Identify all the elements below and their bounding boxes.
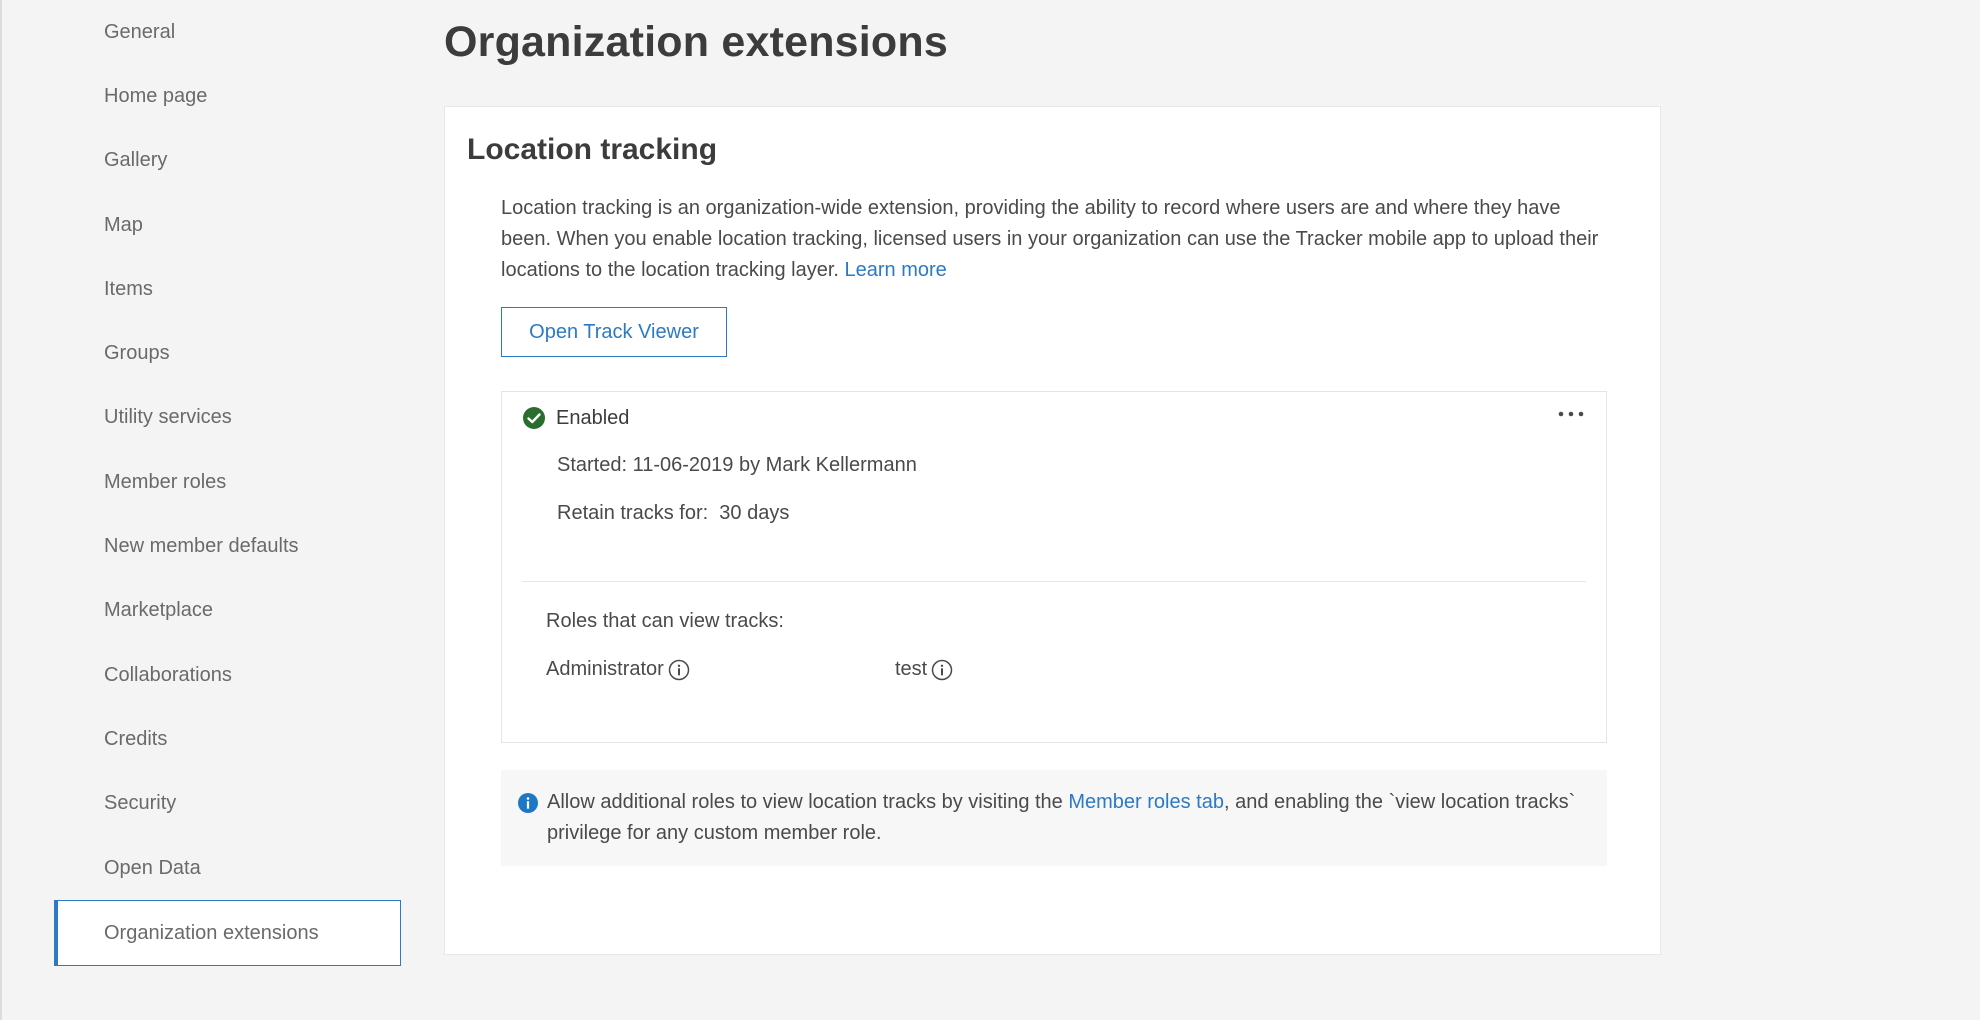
status-row: Enabled (522, 406, 629, 430)
check-circle-icon (523, 407, 545, 429)
info-filled-icon (518, 793, 538, 813)
open-track-viewer-button[interactable]: Open Track Viewer (501, 307, 727, 357)
sidebar-item-organization-extensions[interactable]: Organization extensions (54, 900, 401, 967)
status-label: Enabled (556, 406, 630, 429)
started-info: Started: 11-06-2019 by Mark Kellermann (557, 454, 917, 476)
retain-info: Retain tracks for: 30 days (557, 502, 790, 524)
sidebar-item-general[interactable]: General (54, 0, 401, 64)
sidebar-item-groups[interactable]: Groups (54, 321, 401, 385)
learn-more-link[interactable]: Learn more (845, 259, 947, 281)
sidebar-item-marketplace[interactable]: Marketplace (54, 579, 401, 643)
settings-sidebar: General Home page Gallery Map Items Grou… (54, 0, 401, 967)
app-page: General Home page Gallery Map Items Grou… (0, 0, 1980, 1020)
member-roles-tab-link[interactable]: Member roles tab (1068, 791, 1224, 813)
notice-text-before: Allow additional roles to view location … (547, 791, 1069, 813)
roles-label: Roles that can view tracks: (546, 610, 784, 632)
description-text: Location tracking is an organization-wid… (501, 197, 1599, 281)
sidebar-item-collaborations[interactable]: Collaborations (54, 643, 401, 707)
sidebar-item-security[interactable]: Security (54, 772, 401, 836)
sidebar-item-credits[interactable]: Credits (54, 707, 401, 771)
page-title: Organization extensions (444, 18, 948, 66)
card-title: Location tracking (467, 133, 718, 166)
panel-divider (522, 581, 1586, 582)
sidebar-item-map[interactable]: Map (54, 193, 401, 257)
card-description: Location tracking is an organization-wid… (501, 193, 1611, 286)
sidebar-item-new-member-defaults[interactable]: New member defaults (54, 514, 401, 578)
role-name: Administrator (546, 658, 664, 680)
role-test: test (895, 658, 953, 681)
tracking-status-panel: Enabled Started: 11-06-2019 by Mark Kell… (501, 391, 1607, 743)
role-administrator: Administrator (546, 658, 690, 681)
sidebar-item-home-page[interactable]: Home page (54, 64, 401, 128)
info-outline-icon[interactable] (668, 659, 690, 681)
info-outline-icon[interactable] (931, 659, 953, 681)
role-name: test (895, 658, 928, 680)
sidebar-item-items[interactable]: Items (54, 257, 401, 321)
sidebar-item-gallery[interactable]: Gallery (54, 129, 401, 193)
sidebar-item-utility-services[interactable]: Utility services (54, 386, 401, 450)
location-tracking-card: Location tracking Location tracking is a… (444, 106, 1661, 955)
member-roles-notice: Allow additional roles to view location … (501, 770, 1607, 866)
sidebar-item-open-data[interactable]: Open Data (54, 836, 401, 900)
more-horizontal-icon[interactable] (1556, 402, 1586, 426)
sidebar-item-member-roles[interactable]: Member roles (54, 450, 401, 514)
